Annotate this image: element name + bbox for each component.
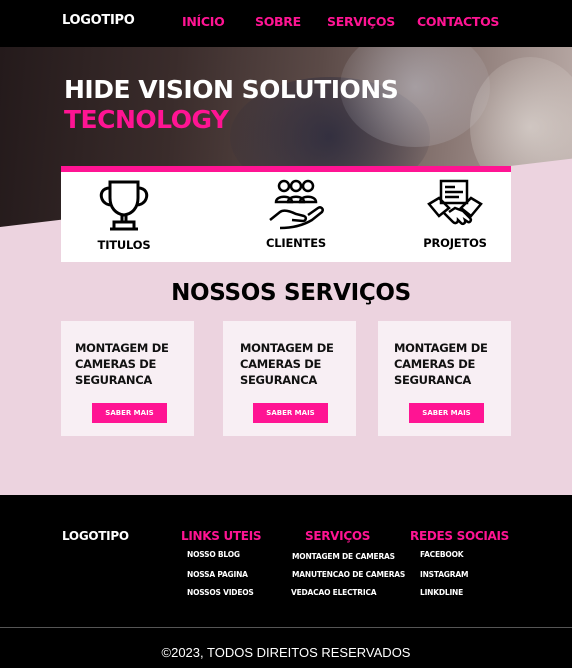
footer-link-montagem[interactable]: MONTAGEM DE CAMERAS [292, 552, 395, 561]
footer-link-instagram[interactable]: INSTAGRAM [420, 570, 468, 579]
stat-projetos: PROJETOS [417, 178, 493, 250]
hero-subtitle: TECNOLOGY [64, 105, 229, 134]
hero-title: HIDE VISION SOLUTIONS [64, 75, 399, 104]
service-card-title: MONTAGEM DE CAMERAS DE SEGURANCA [394, 341, 488, 387]
footer-link-manutencao[interactable]: MANUTENCAO DE CAMERAS [292, 570, 405, 579]
service-card-title: MONTAGEM DE CAMERAS DE SEGURANCA [75, 341, 169, 387]
projects-handshake-icon [427, 179, 483, 226]
saber-mais-button[interactable]: SABER MAIS [253, 403, 328, 423]
nav-link-inicio[interactable]: INÍCIO [182, 14, 225, 29]
footer-link-nossos-videos[interactable]: NOSSOS VIDEOS [187, 588, 254, 597]
stat-label: TITULOS [97, 238, 151, 252]
footer-heading-redes-sociais: REDES SOCIAIS [410, 529, 510, 543]
saber-mais-button[interactable]: SABER MAIS [409, 403, 484, 423]
footer-logo[interactable]: LOGOTIPO [62, 529, 129, 543]
service-card: MONTAGEM DE CAMERAS DE SEGURANCA SABER M… [223, 321, 356, 436]
nav-link-sobre[interactable]: SOBRE [255, 14, 301, 29]
footer-divider [0, 627, 572, 628]
stat-label: CLIENTES [266, 236, 326, 250]
stat-titulos: TITULOS [87, 178, 161, 252]
top-navbar: LOGOTIPO INÍCIO SOBRE SERVIÇOS CONTACTOS [0, 0, 572, 47]
footer-heading-servicos: SERVIÇOS [305, 529, 371, 543]
footer-link-linkdline[interactable]: LINKDLINE [420, 588, 463, 597]
clients-handshake-icon [269, 179, 324, 230]
service-card-title: MONTAGEM DE CAMERAS DE SEGURANCA [240, 341, 334, 387]
footer-link-nosso-blog[interactable]: NOSSO BLOG [187, 550, 240, 559]
stat-label: PROJETOS [423, 236, 487, 250]
footer-link-nossa-pagina[interactable]: NOSSA PAGINA [187, 570, 248, 579]
trophy-icon [99, 180, 149, 231]
nav-link-servicos[interactable]: SERVIÇOS [327, 14, 395, 29]
services-title: NOSSOS SERVIÇOS [171, 280, 411, 306]
service-card: MONTAGEM DE CAMERAS DE SEGURANCA SABER M… [61, 321, 194, 436]
copyright-text: ©2023, TODOS DIREITOS RESERVADOS [161, 645, 411, 660]
service-card: MONTAGEM DE CAMERAS DE SEGURANCA SABER M… [378, 321, 511, 436]
stats-bar: TITULOS CLIENTES PROJETOS [61, 166, 511, 262]
stat-clientes: CLIENTES [258, 178, 334, 250]
logo[interactable]: LOGOTIPO [62, 13, 135, 28]
saber-mais-button[interactable]: SABER MAIS [92, 403, 167, 423]
footer-heading-links-uteis: LINKS UTEIS [181, 529, 262, 543]
footer: LOGOTIPO LINKS UTEIS NOSSO BLOG NOSSA PA… [0, 495, 572, 668]
footer-link-facebook[interactable]: FACEBOOK [420, 550, 464, 559]
nav-link-contactos[interactable]: CONTACTOS [417, 14, 499, 29]
footer-link-vedacao[interactable]: VEDACAO ELECTRICA [291, 588, 377, 597]
